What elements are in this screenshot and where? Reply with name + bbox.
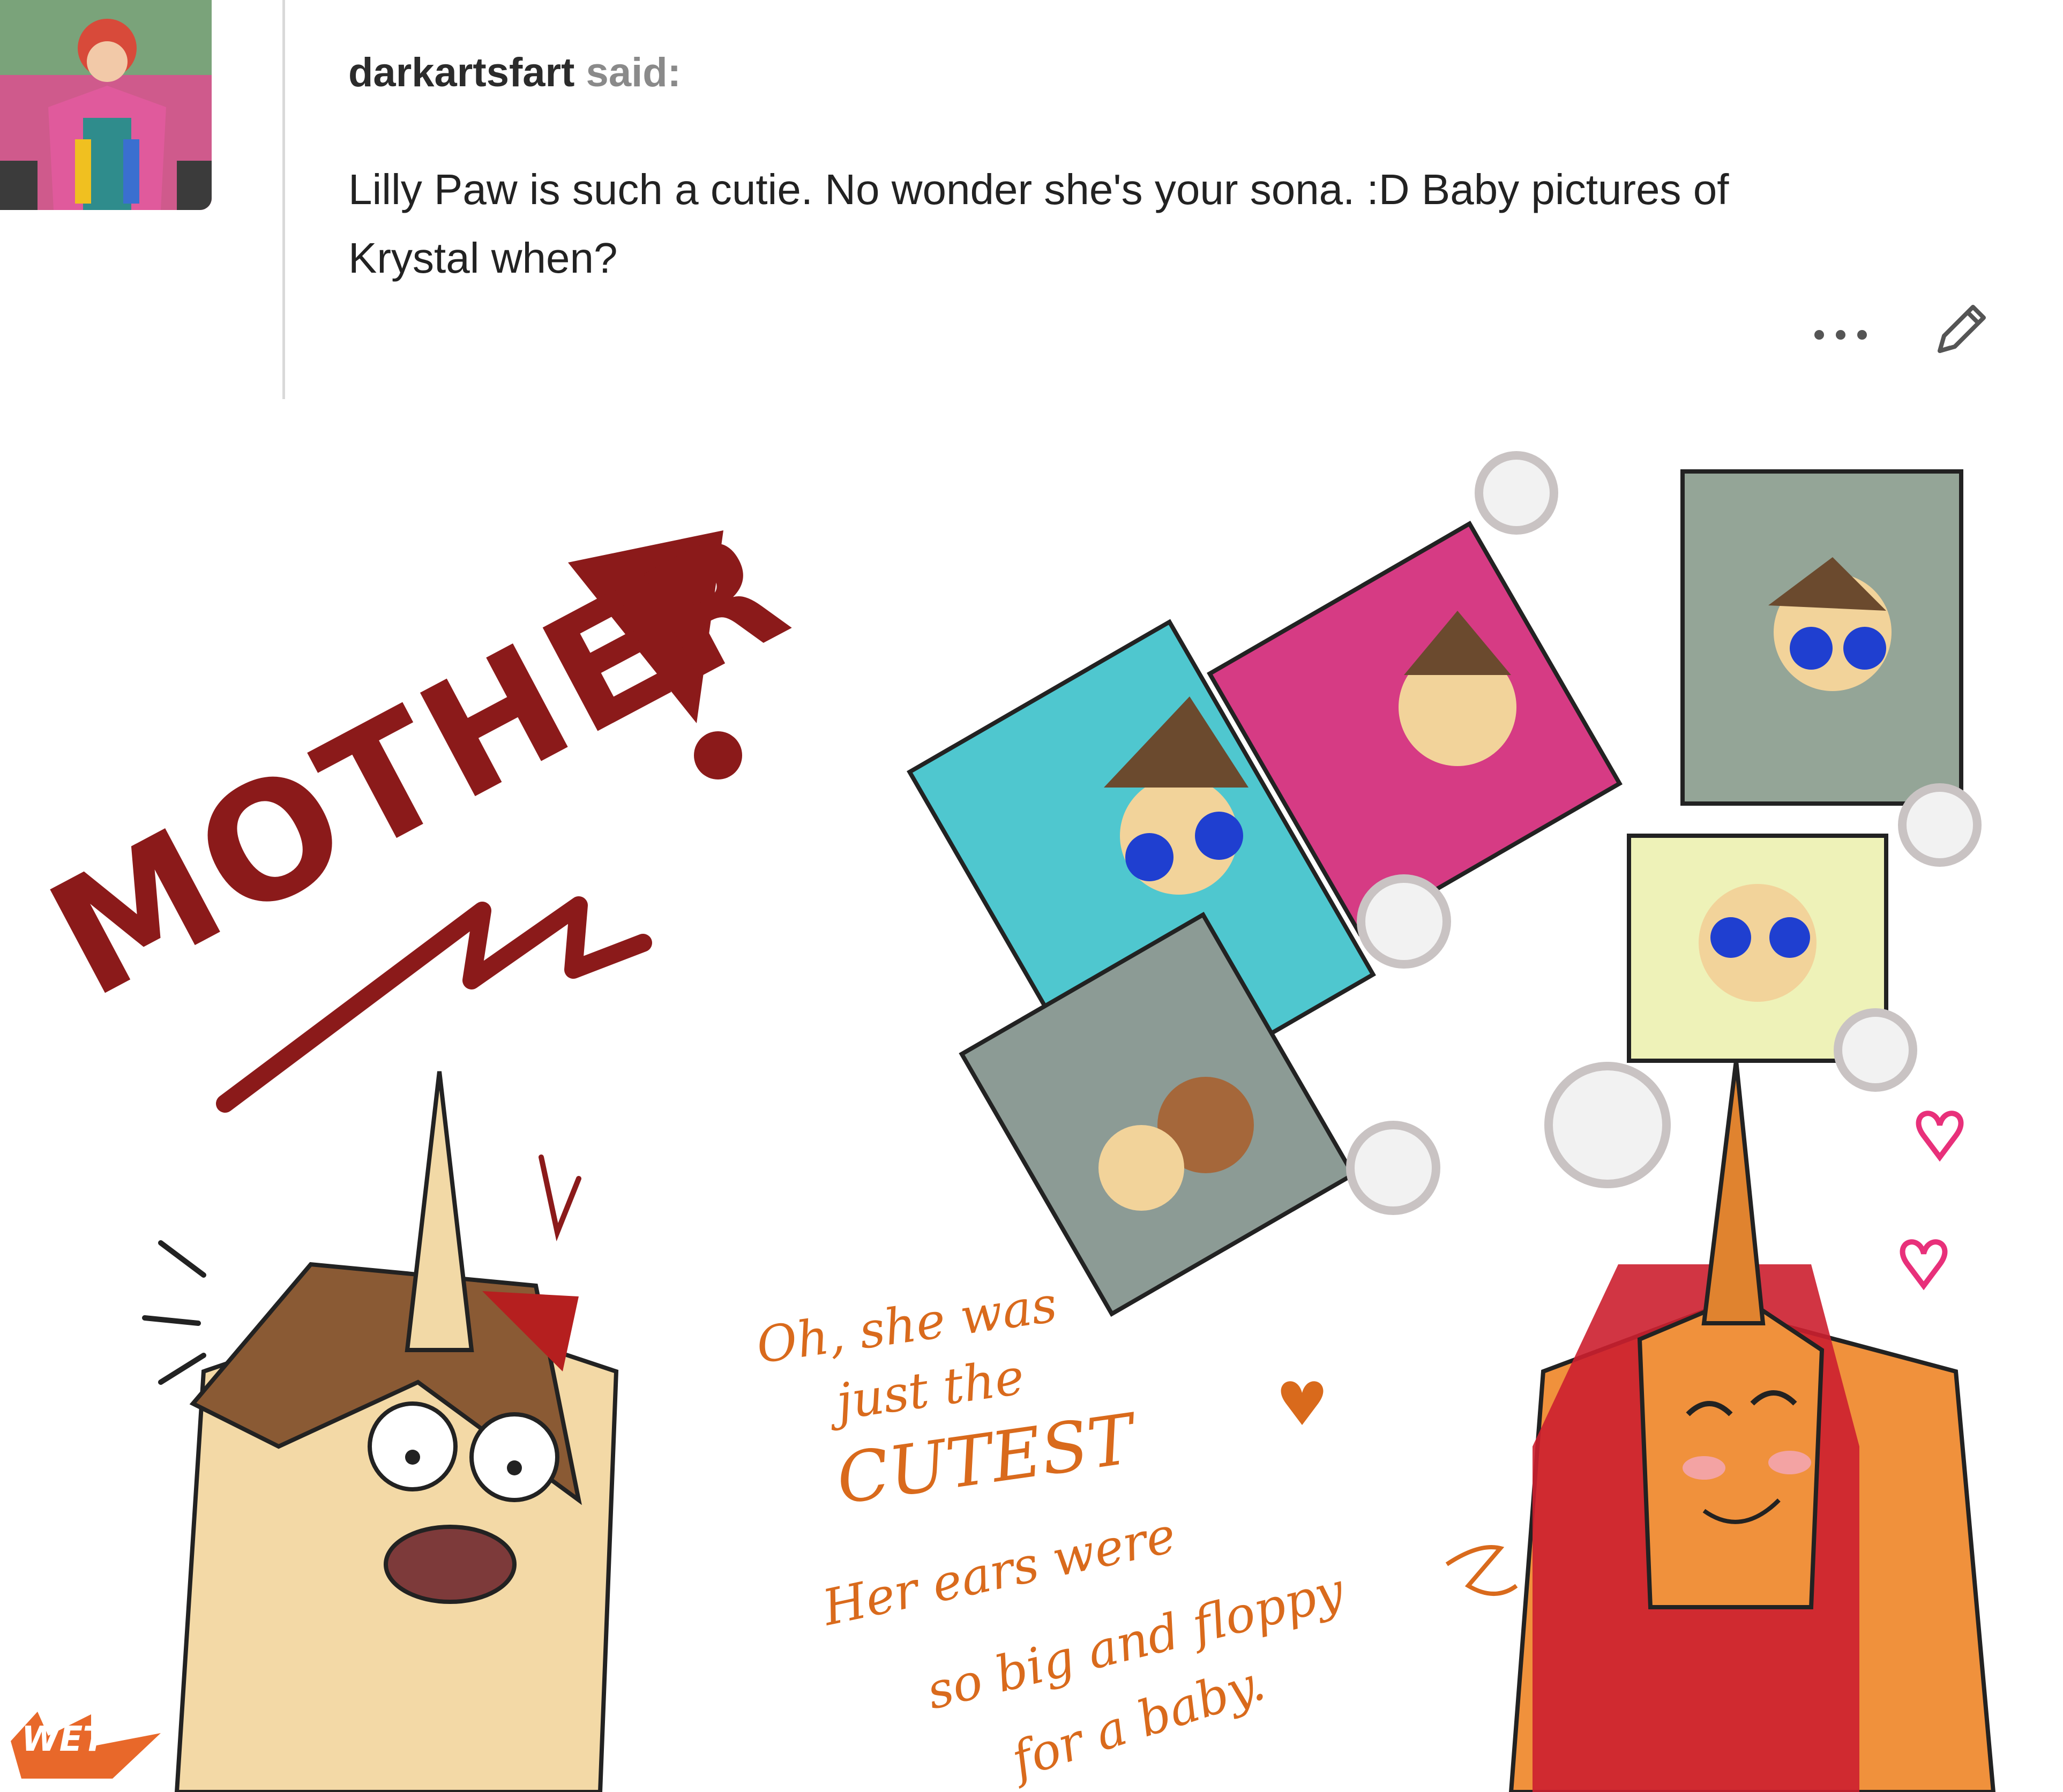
ask-message-line-1: Lilly Paw is such a cutie. No wonder she… bbox=[348, 166, 1729, 213]
exclamation-dot bbox=[694, 731, 742, 779]
asker-username[interactable]: darkartsfart bbox=[348, 50, 574, 95]
ask-message: Lilly Paw is such a cutie. No wonder she… bbox=[348, 155, 1902, 293]
pencil-icon[interactable] bbox=[1929, 297, 1993, 362]
asker-avatar[interactable] bbox=[0, 0, 212, 210]
scribble-underline bbox=[216, 896, 652, 1113]
ask-message-line-2: Krystal when? bbox=[348, 234, 618, 282]
heart-icon bbox=[1916, 1111, 1964, 1162]
heart-icon bbox=[1900, 1239, 1948, 1291]
more-dots-icon[interactable] bbox=[1811, 324, 1870, 346]
photo-gray bbox=[1680, 469, 1963, 806]
asker-line: darkartsfart said: bbox=[348, 49, 681, 96]
shocked-pony bbox=[142, 1071, 619, 1792]
signature-badge bbox=[11, 1712, 161, 1779]
said-label: said: bbox=[586, 50, 681, 95]
tilde-mark bbox=[1445, 1545, 1518, 1596]
exclamation-mark bbox=[568, 530, 723, 723]
heart-icon bbox=[1281, 1381, 1324, 1425]
comic-artwork bbox=[11, 451, 1996, 1792]
